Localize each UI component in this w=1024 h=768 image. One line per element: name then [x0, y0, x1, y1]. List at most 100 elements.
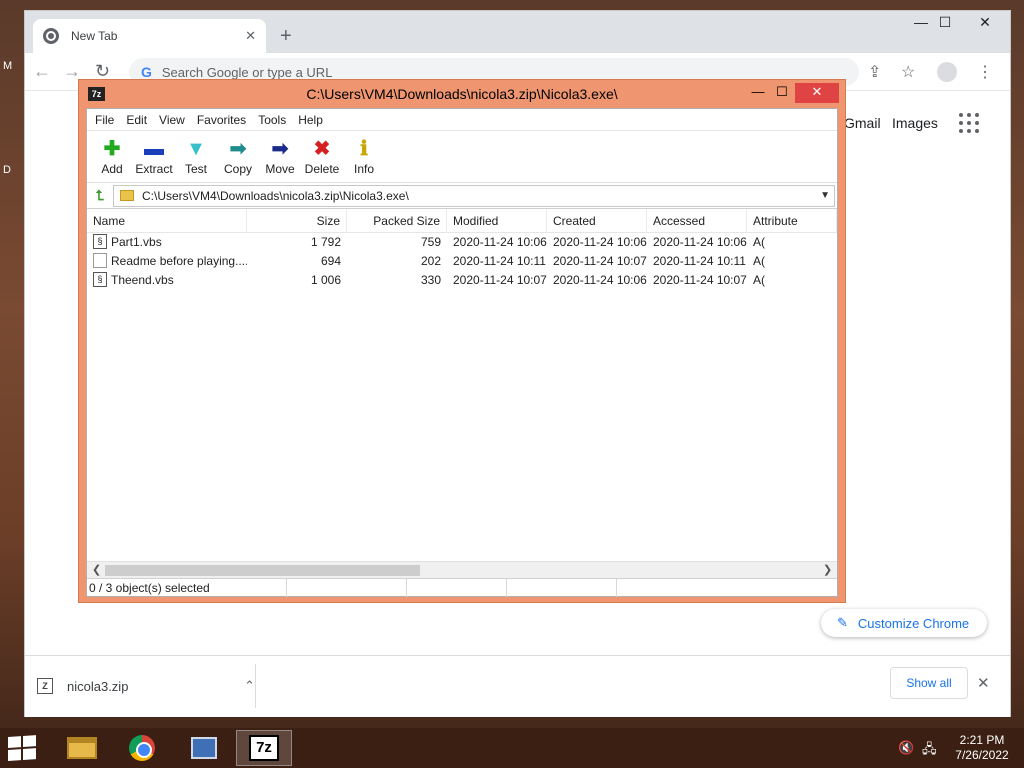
- attr-cell: A(: [753, 235, 765, 249]
- network-icon[interactable]: 🖧: [922, 740, 937, 762]
- show-all-button[interactable]: Show all: [890, 667, 968, 699]
- accessed-cell: 2020-11-24 10:06: [653, 235, 747, 249]
- scrollbar-thumb[interactable]: [105, 565, 420, 576]
- profile-avatar[interactable]: [937, 62, 957, 82]
- tab-strip: New Tab ✕ + — ☐ ✕: [25, 11, 1010, 53]
- toolbar-label: Copy: [223, 162, 252, 176]
- move-button[interactable]: ➡ Move: [259, 131, 301, 182]
- status-cell: [407, 579, 507, 597]
- packed-cell: 202: [420, 254, 441, 268]
- column-modified[interactable]: Modified: [447, 209, 547, 232]
- share-icon[interactable]: ⇪: [868, 62, 881, 82]
- address-combobox[interactable]: C:\Users\VM4\Downloads\nicola3.zip\Nicol…: [113, 184, 835, 207]
- file-list: § Part1.vbs 1 792 759 2020-11-24 10:06 2020-1…: [87, 233, 837, 290]
- new-tab-button[interactable]: +: [280, 25, 292, 48]
- info-button[interactable]: ℹ Info: [343, 131, 385, 182]
- close-button[interactable]: ✕: [795, 83, 839, 103]
- taskbar-chrome[interactable]: [114, 730, 170, 766]
- arrow-right-copy-icon: ➡: [229, 138, 247, 160]
- list-header: Name Size Packed Size Modified Created A…: [87, 209, 837, 233]
- toolbar-label: Info: [353, 162, 374, 176]
- back-arrow-icon[interactable]: ←: [33, 61, 51, 82]
- apps-grid-icon[interactable]: [959, 113, 979, 133]
- table-row[interactable]: § Theend.vbs 1 006 330 2020-11-24 10:07 2020-…: [87, 271, 837, 290]
- menu-view[interactable]: View: [153, 113, 191, 127]
- menu-favorites[interactable]: Favorites: [191, 113, 252, 127]
- toolbar-label: Test: [184, 162, 207, 176]
- title-bar: 7z C:\Users\VM4\Downloads\nicola3.zip\Ni…: [79, 80, 845, 108]
- chrome-icon: [129, 735, 155, 761]
- folder-explorer-icon: [67, 737, 97, 759]
- taskbar: 7z 🔇 🖧 2:21 PM 7/26/2022: [0, 728, 1024, 768]
- scroll-left-icon[interactable]: ❮: [92, 563, 101, 576]
- delete-button[interactable]: ✖ Delete: [301, 131, 343, 182]
- size-cell: 1 006: [310, 273, 341, 287]
- folder-up-icon[interactable]: ⮤: [87, 187, 113, 204]
- column-created[interactable]: Created: [547, 209, 647, 232]
- minus-icon: ▬: [144, 138, 164, 160]
- taskbar-file-explorer[interactable]: [54, 730, 110, 766]
- customize-label: Customize Chrome: [857, 615, 970, 631]
- copy-button[interactable]: ➡ Copy: [217, 131, 259, 182]
- tab-new-tab[interactable]: New Tab ✕: [33, 19, 266, 53]
- taskbar-sevenzip[interactable]: 7z: [236, 730, 292, 766]
- volume-muted-icon[interactable]: 🔇: [898, 740, 914, 756]
- table-row[interactable]: Readme before playing.... 694 202 2020-11-2…: [87, 252, 837, 271]
- extract-button[interactable]: ▬ Extract: [133, 131, 175, 182]
- star-bookmark-icon[interactable]: ☆: [901, 62, 915, 82]
- omnibox-placeholder: Search Google or type a URL: [161, 64, 333, 80]
- dropdown-arrow-icon[interactable]: ▼: [820, 190, 830, 201]
- toolbar-label: Delete: [304, 162, 340, 176]
- maximize-button[interactable]: ☐: [769, 83, 795, 103]
- menu-file[interactable]: File: [89, 113, 120, 127]
- file-name-cell: § Part1.vbs: [87, 233, 247, 252]
- minimize-button[interactable]: —: [745, 83, 771, 103]
- column-attributes[interactable]: Attribute: [747, 209, 837, 232]
- script-file-icon: §: [93, 272, 107, 288]
- tab-close-icon[interactable]: ✕: [245, 28, 256, 44]
- address-path: C:\Users\VM4\Downloads\nicola3.zip\Nicol…: [142, 188, 409, 203]
- table-row[interactable]: § Part1.vbs 1 792 759 2020-11-24 10:06 2020-1…: [87, 233, 837, 252]
- close-shelf-icon[interactable]: ✕: [977, 674, 990, 692]
- column-accessed[interactable]: Accessed: [647, 209, 747, 232]
- window-title: C:\Users\VM4\Downloads\nicola3.zip\Nicol…: [306, 86, 618, 102]
- sevenzip-client-area: File Edit View Favorites Tools Help ✚ Add…: [86, 108, 838, 597]
- windows-start-icon[interactable]: [8, 735, 38, 762]
- test-button[interactable]: ▼ Test: [175, 131, 217, 182]
- chevron-up-icon[interactable]: ⌃: [244, 678, 255, 694]
- maximize-button[interactable]: ☐: [923, 11, 967, 35]
- delete-x-icon: ✖: [313, 138, 331, 160]
- add-button[interactable]: ✚ Add: [91, 131, 133, 182]
- scroll-right-icon[interactable]: ❯: [823, 563, 832, 576]
- horizontal-scrollbar[interactable]: ❮ ❯: [87, 561, 837, 578]
- images-link[interactable]: Images: [892, 115, 938, 131]
- customize-chrome-button[interactable]: ✎ Customize Chrome: [821, 609, 987, 637]
- column-size[interactable]: Size: [247, 209, 347, 232]
- kebab-menu-icon[interactable]: ⋮: [977, 62, 993, 82]
- menu-tools[interactable]: Tools: [252, 113, 292, 127]
- packed-cell: 759: [420, 235, 441, 249]
- gmail-link[interactable]: Gmail: [844, 115, 881, 131]
- modified-cell: 2020-11-24 10:07: [453, 273, 547, 287]
- column-packed-size[interactable]: Packed Size: [347, 209, 447, 232]
- file-name: Theend.vbs: [111, 273, 174, 287]
- sevenzip-icon: 7z: [249, 735, 279, 761]
- file-name-cell: § Theend.vbs: [87, 271, 247, 290]
- attr-cell: A(: [753, 254, 765, 268]
- divider: [255, 664, 256, 708]
- column-name[interactable]: Name: [87, 209, 247, 232]
- plus-icon: ✚: [103, 138, 121, 160]
- download-item[interactable]: Z nicola3.zip ⌃: [37, 671, 255, 701]
- zip-file-icon: Z: [37, 678, 53, 694]
- file-name: Readme before playing....: [111, 254, 247, 268]
- info-icon: ℹ: [360, 138, 368, 160]
- close-button[interactable]: ✕: [963, 11, 1007, 35]
- modified-cell: 2020-11-24 10:11: [453, 254, 546, 268]
- status-selection: 0 / 3 object(s) selected: [87, 579, 287, 597]
- address-row: ⮤ C:\Users\VM4\Downloads\nicola3.zip\Nic…: [87, 183, 837, 209]
- menu-help[interactable]: Help: [292, 113, 329, 127]
- check-down-icon: ▼: [186, 138, 206, 160]
- menu-edit[interactable]: Edit: [120, 113, 153, 127]
- system-clock[interactable]: 2:21 PM 7/26/2022: [950, 733, 1014, 763]
- taskbar-remote-desktop[interactable]: [176, 730, 232, 766]
